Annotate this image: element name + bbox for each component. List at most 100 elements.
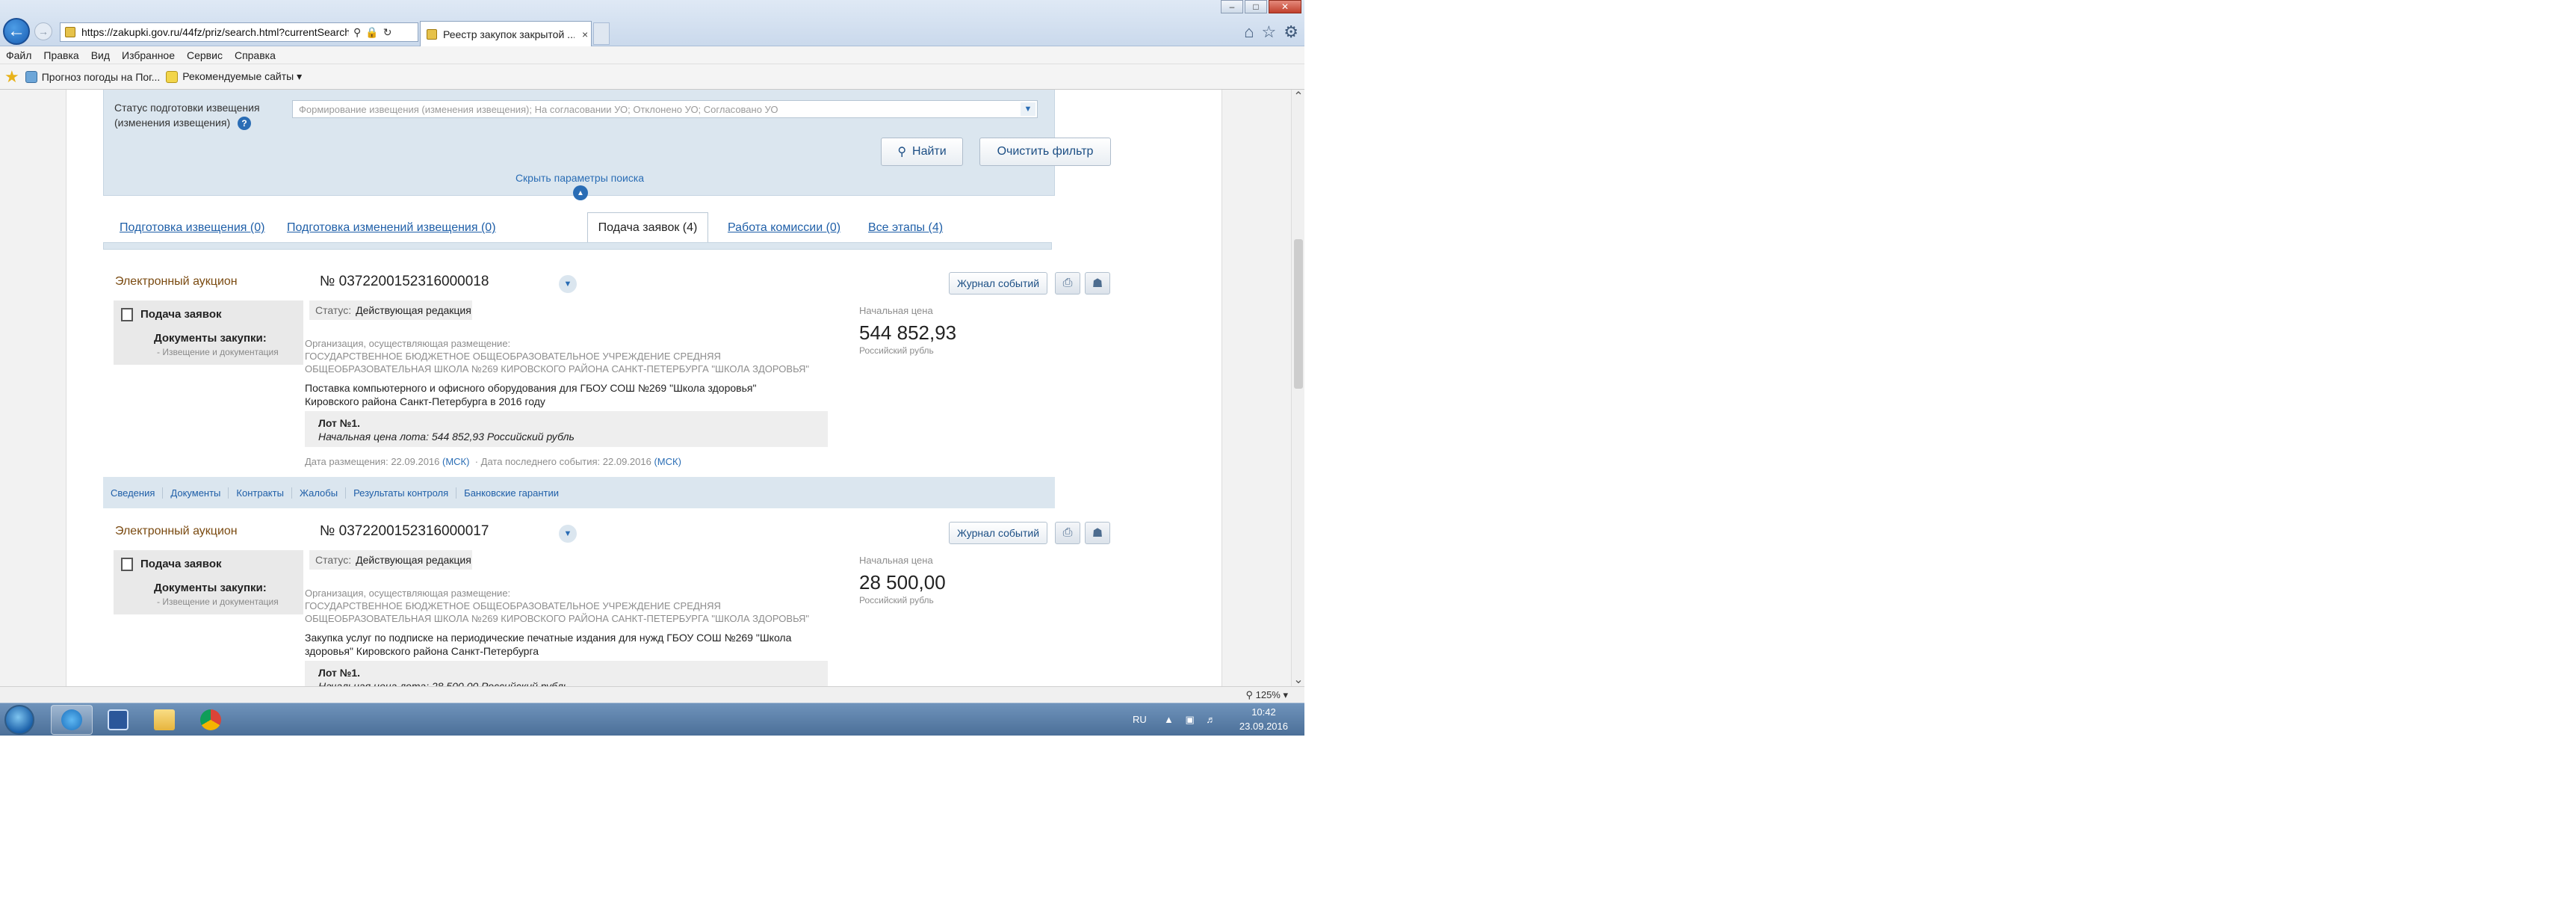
favorite-suggested-sites[interactable]: Рекомендуемые сайты ▾ (166, 70, 302, 83)
event-journal-button[interactable]: Журнал событий (949, 272, 1047, 295)
home-icon[interactable]: ⌂ (1244, 22, 1254, 42)
procurement-card: Электронный аукцион № 037220015231600001… (103, 516, 1110, 686)
link-contracts[interactable]: Контракты (236, 487, 292, 499)
link-control-results[interactable]: Результаты контроля (353, 487, 457, 499)
hide-search-params-link[interactable]: Скрыть параметры поиска (104, 172, 1056, 184)
status-badge: Статус: Действующая редакция (309, 300, 472, 320)
clear-filter-button[interactable]: Очистить фильтр (979, 138, 1111, 166)
lot-box: Лот №1. Начальная цена лота: 28 500,00 Р… (305, 661, 828, 686)
docs-link[interactable]: - Извещение и документация (157, 347, 279, 357)
forward-button[interactable]: → (34, 22, 52, 40)
chevron-down-icon[interactable]: ▼ (559, 525, 577, 543)
bookmark-icon[interactable]: ☗ (1085, 522, 1110, 544)
menu-help[interactable]: Справка (235, 49, 276, 61)
lot-title: Лот №1. (318, 417, 361, 429)
procurement-number[interactable]: № 0372200152316000017 (320, 523, 489, 540)
browser-tools: ⌂ ☆ ⚙ (1244, 22, 1298, 42)
tab-title: Реестр закупок закрытой ... (443, 28, 575, 40)
taskbar-explorer[interactable] (143, 705, 185, 735)
status-value: Действующая редакция (356, 304, 471, 316)
favorite-weather-label: Прогноз погоды на Пог... (41, 70, 161, 83)
help-icon[interactable]: ? (238, 117, 251, 131)
scroll-down-icon[interactable]: ⌄ (1292, 673, 1304, 686)
status-filter-select[interactable]: Формирование извещения (изменения извеще… (292, 100, 1038, 118)
menu-tools[interactable]: Сервис (187, 49, 223, 61)
procurement-number[interactable]: № 0372200152316000018 (320, 274, 489, 290)
browser-titlebar: ← → https://zakupki.gov.ru/44fz/priz/sea… (0, 0, 1304, 46)
lock-icon[interactable]: 🔒 (365, 26, 378, 39)
maximize-button[interactable]: □ (1245, 0, 1267, 13)
timezone-link[interactable]: (МСК) (442, 456, 469, 467)
tab-notice-preparation[interactable]: Подготовка извещения (0) (120, 221, 264, 235)
site-favicon-icon (65, 27, 75, 37)
find-button[interactable]: ⚲ Найти (881, 138, 963, 166)
link-documents[interactable]: Документы (170, 487, 229, 499)
vertical-scrollbar[interactable]: ⌃ ⌄ (1291, 90, 1304, 686)
chevron-down-icon[interactable]: ▼ (1021, 102, 1035, 116)
favorites-star-icon[interactable]: ★ (4, 67, 19, 87)
menu-bar: Файл Правка Вид Избранное Сервис Справка (0, 46, 1304, 64)
close-window-button[interactable]: ✕ (1269, 0, 1301, 13)
chevron-up-icon[interactable]: ▲ (573, 185, 588, 200)
tab-all-stages[interactable]: Все этапы (4) (868, 221, 943, 235)
zoom-value: 125% ▾ (1255, 689, 1288, 700)
price-label: Начальная цена (859, 555, 933, 566)
taskbar-word[interactable] (97, 705, 139, 735)
link-info[interactable]: Сведения (111, 487, 164, 499)
clock-time: 10:42 (1251, 706, 1276, 718)
tab-bid-submission[interactable]: Подача заявок (4) (587, 212, 708, 242)
lot-box: Лот №1. Начальная цена лота: 544 852,93 … (305, 411, 828, 447)
tab-bid-submission-label: Подача заявок (4) (598, 221, 698, 234)
scrollbar-thumb[interactable] (1294, 239, 1303, 389)
org-label: Организация, осуществляющая размещение: (305, 588, 511, 599)
search-icon[interactable]: ⚲ (353, 26, 361, 39)
procurement-subject: Поставка компьютерного и офисного оборуд… (305, 382, 757, 407)
screen: ← → https://zakupki.gov.ru/44fz/priz/sea… (0, 0, 1304, 736)
language-indicator[interactable]: RU (1133, 714, 1147, 725)
minimize-button[interactable]: – (1221, 0, 1243, 13)
docs-title: Документы закупки: (154, 582, 267, 594)
bookmark-icon[interactable]: ☗ (1085, 272, 1110, 295)
browser-tab-active[interactable]: Реестр закупок закрытой ... × (420, 21, 592, 46)
taskbar-ie[interactable] (51, 705, 93, 735)
tab-notice-changes-preparation[interactable]: Подготовка изменений извещения (0) (287, 221, 496, 235)
org-label: Организация, осуществляющая размещение: (305, 338, 511, 349)
new-tab-button[interactable] (593, 22, 610, 45)
menu-view[interactable]: Вид (91, 49, 110, 61)
status-label: Статус: (315, 304, 352, 316)
menu-favorites[interactable]: Избранное (122, 49, 175, 61)
zoom-level[interactable]: ⚲ 125% ▾ (1245, 689, 1288, 701)
chevron-down-icon[interactable]: ▼ (559, 275, 577, 293)
org-name[interactable]: ГОСУДАРСТВЕННОЕ БЮДЖЕТНОЕ ОБЩЕОБРАЗОВАТЕ… (305, 350, 828, 375)
search-panel: Статус подготовки извещения (изменения и… (103, 90, 1111, 200)
favorite-weather[interactable]: Прогноз погоды на Пог... (25, 70, 161, 83)
start-button[interactable] (4, 705, 34, 735)
status-value: Действующая редакция (356, 554, 471, 566)
org-name[interactable]: ГОСУДАРСТВЕННОЕ БЮДЖЕТНОЕ ОБЩЕОБРАЗОВАТЕ… (305, 600, 828, 625)
gear-icon[interactable]: ⚙ (1284, 22, 1298, 42)
scroll-up-icon[interactable]: ⌃ (1292, 90, 1304, 103)
print-icon[interactable]: ⎙ (1055, 272, 1080, 295)
clock[interactable]: 10:42 23.09.2016 (1239, 705, 1288, 733)
link-complaints[interactable]: Жалобы (300, 487, 347, 499)
favorites-star-icon[interactable]: ☆ (1262, 22, 1277, 42)
menu-edit[interactable]: Правка (43, 49, 78, 61)
address-bar[interactable]: https://zakupki.gov.ru/44fz/priz/search.… (60, 22, 418, 42)
tabs-underline (103, 242, 1052, 250)
dates-line: Дата размещения: 22.09.2016 (МСК) · Дата… (305, 456, 681, 467)
event-journal-button[interactable]: Журнал событий (949, 522, 1047, 544)
docs-link[interactable]: - Извещение и документация (157, 597, 279, 607)
tab-close-icon[interactable]: × (582, 28, 588, 40)
url-text[interactable]: https://zakupki.gov.ru/44fz/priz/search.… (81, 26, 349, 38)
taskbar-chrome[interactable] (190, 705, 232, 735)
back-button[interactable]: ← (3, 18, 30, 45)
tray-icons[interactable]: ▲ ▣ ♬ (1164, 714, 1220, 726)
timezone-link[interactable]: (МСК) (654, 456, 681, 467)
menu-file[interactable]: Файл (6, 49, 31, 61)
tab-commission-work[interactable]: Работа комиссии (0) (728, 221, 840, 235)
refresh-icon[interactable]: ↻ (383, 26, 392, 39)
link-bank-guarantees[interactable]: Банковские гарантии (464, 487, 566, 499)
system-tray: RU ▲ ▣ ♬ 10:42 23.09.2016 (1133, 703, 1304, 736)
print-icon[interactable]: ⎙ (1055, 522, 1080, 544)
date-placed: Дата размещения: 22.09.2016 (305, 456, 440, 467)
